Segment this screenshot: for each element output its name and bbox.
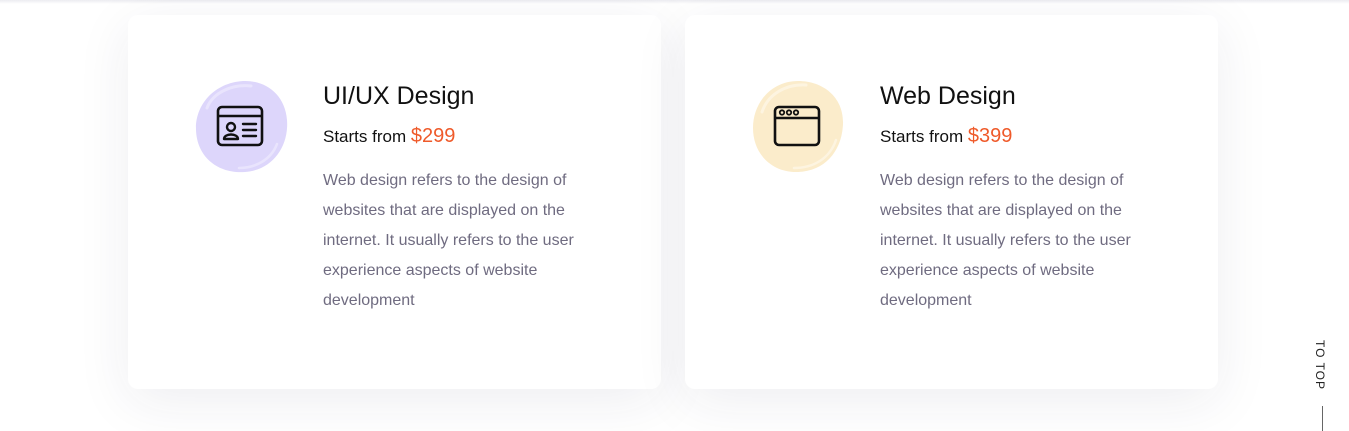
price-prefix: Starts from (880, 127, 964, 146)
service-title[interactable]: UI/UX Design (323, 81, 603, 111)
service-title[interactable]: Web Design (880, 81, 1160, 111)
profile-card-icon (216, 105, 264, 147)
header-shadow (0, 0, 1349, 4)
service-card-uiux[interactable]: UI/UX Design Starts from $299 Web design… (128, 15, 661, 389)
price-prefix: Starts from (323, 127, 407, 146)
service-card-web-design[interactable]: Web Design Starts from $399 Web design r… (685, 15, 1218, 389)
page: UI/UX Design Starts from $299 Web design… (0, 0, 1349, 431)
browser-window-icon (773, 105, 821, 147)
service-description: Web design refers to the design of websi… (880, 172, 1131, 309)
service-price: $299 (410, 125, 456, 147)
service-description: Web design refers to the design of websi… (323, 172, 574, 309)
service-price-line: Starts from $299 (323, 125, 603, 148)
service-icon-badge (193, 78, 289, 174)
service-price-line: Starts from $399 (880, 125, 1160, 148)
service-card-content: UI/UX Design Starts from $299 Web design… (323, 81, 603, 316)
service-icon-badge (750, 78, 846, 174)
service-price: $399 (967, 125, 1013, 147)
service-card-content: Web Design Starts from $399 Web design r… (880, 81, 1160, 316)
to-top-button[interactable]: TO TOP (1313, 340, 1327, 390)
to-top-line (1322, 406, 1323, 431)
